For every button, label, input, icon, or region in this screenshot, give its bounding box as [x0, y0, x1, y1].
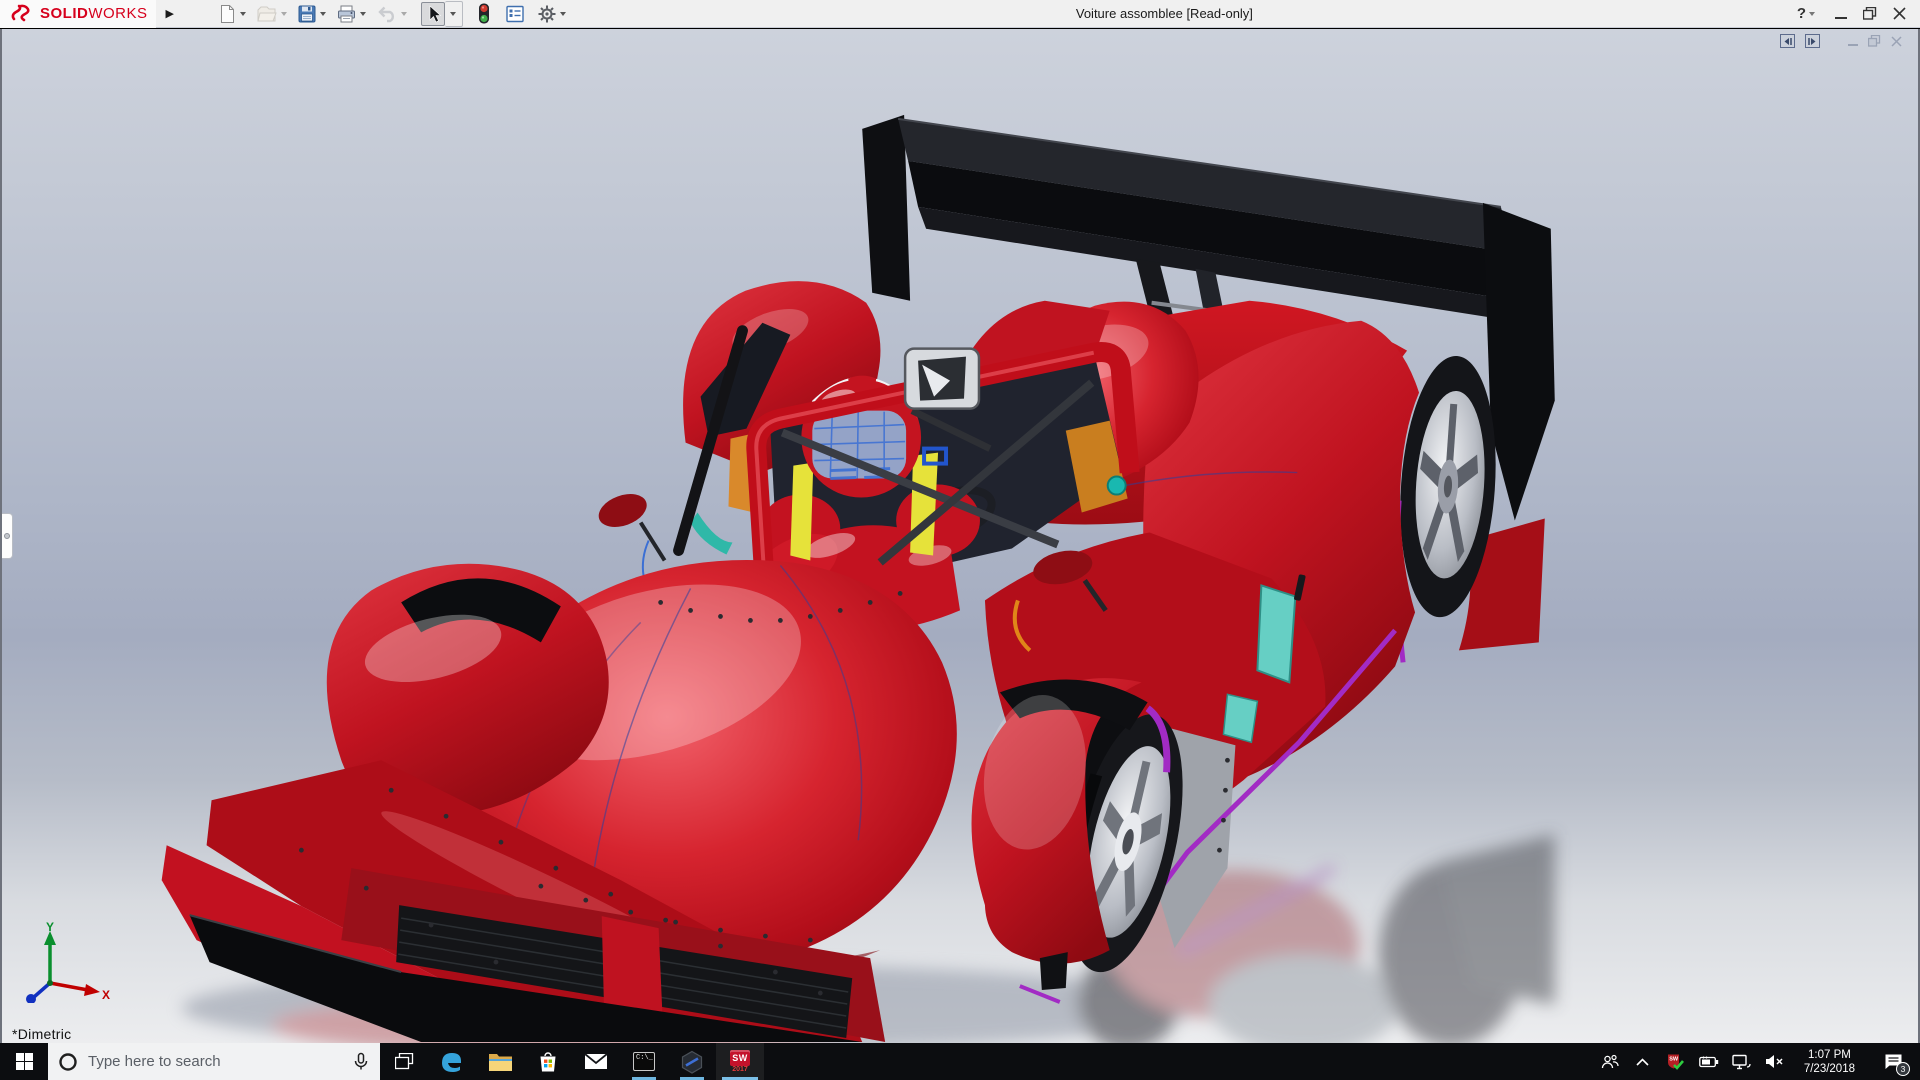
file-explorer-icon [488, 1051, 513, 1072]
cortana-icon [58, 1052, 78, 1072]
dropdown-caret[interactable] [240, 12, 246, 16]
triad-y-label: Y [46, 921, 54, 934]
select-arrow-dropdown[interactable] [445, 1, 463, 27]
taskbar-app-solidworks[interactable]: SW 2017 [716, 1043, 764, 1080]
action-center-button[interactable]: 3 [1872, 1043, 1914, 1080]
display-settings-icon [505, 4, 525, 24]
taskbar-app-hexagon[interactable] [668, 1043, 716, 1080]
print-icon [336, 4, 357, 24]
brand-text-light: WORKS [88, 5, 147, 22]
dropdown-caret[interactable] [281, 12, 287, 16]
taskbar-app-edge[interactable] [428, 1043, 476, 1080]
taskbar-empty-area [764, 1043, 1598, 1080]
taskbar-clock[interactable]: 1:07 PM 7/23/2018 [1796, 1048, 1863, 1076]
titlebar: SOLIDWORKS ▶ [0, 0, 1920, 28]
open-button[interactable] [254, 2, 293, 26]
display-settings-button[interactable] [503, 2, 527, 26]
dropdown-caret [450, 12, 456, 16]
rebuild-traffic-light-icon [477, 3, 491, 24]
taskbar-app-file-explorer[interactable] [476, 1043, 524, 1080]
restore-button[interactable] [1863, 7, 1877, 20]
undo-button[interactable] [374, 2, 413, 26]
taskbar-app-command-prompt[interactable]: C:\_ [620, 1043, 668, 1080]
select-arrow-button[interactable] [421, 2, 445, 26]
dropdown-caret[interactable] [401, 12, 407, 16]
child-close-button[interactable] [1891, 36, 1902, 47]
save-button[interactable] [295, 2, 332, 26]
graphics-viewport[interactable]: Y X *Dimetric [0, 29, 1920, 1043]
solidworks-logo-mark-icon [10, 3, 40, 25]
teal-fitting [1108, 477, 1126, 495]
side-window [1257, 585, 1295, 682]
minimize-button[interactable] [1835, 17, 1847, 19]
dropdown-caret[interactable] [320, 12, 326, 16]
undo-icon [376, 4, 398, 24]
search-box[interactable]: Type here to search [48, 1043, 380, 1080]
hexagon-app-icon [680, 1050, 704, 1074]
network-display-icon[interactable] [1730, 1054, 1754, 1070]
rear-view-mirror-pod [905, 349, 979, 409]
window-controls: ? [1797, 5, 1920, 22]
search-placeholder-text: Type here to search [88, 1053, 342, 1070]
taskbar-app-mail[interactable] [572, 1043, 620, 1080]
chevron-up-icon[interactable] [1631, 1058, 1655, 1066]
windows-logo-icon [16, 1053, 33, 1070]
new-document-button[interactable] [216, 2, 252, 26]
microphone-icon[interactable] [352, 1052, 370, 1071]
document-window-controls [1780, 34, 1902, 48]
dropdown-caret[interactable] [360, 12, 366, 16]
mail-icon [584, 1052, 608, 1071]
flyout-dot-icon [4, 533, 10, 539]
volume-muted-icon[interactable] [1763, 1054, 1787, 1069]
edge-icon [439, 1049, 465, 1075]
people-icon[interactable] [1598, 1054, 1622, 1070]
harness-strap-left [790, 463, 813, 561]
command-prompt-icon: C:\_ [633, 1052, 655, 1071]
print-button[interactable] [334, 2, 372, 26]
view-orientation-label: *Dimetric [12, 1026, 71, 1042]
dropdown-caret[interactable] [560, 12, 566, 16]
select-arrow-icon [424, 4, 442, 24]
next-pane-button[interactable] [1805, 34, 1820, 48]
help-icon: ? [1797, 5, 1806, 22]
brand-text-bold: SOLID [40, 5, 88, 22]
help-button[interactable]: ? [1797, 5, 1819, 22]
child-restore-button[interactable] [1868, 35, 1881, 47]
window-title: Voiture assomblee [Read-only] [572, 6, 1797, 21]
side-mirror-left [594, 488, 664, 577]
notification-badge: 3 [1896, 1062, 1910, 1076]
quick-toolbar [216, 1, 572, 27]
child-minimize-button[interactable] [1848, 44, 1858, 46]
taskbar-app-store[interactable] [524, 1043, 572, 1080]
car-3d-model[interactable] [2, 29, 1918, 1043]
battery-icon[interactable] [1697, 1056, 1721, 1068]
task-view-button[interactable] [380, 1043, 428, 1080]
dropdown-caret [1809, 12, 1815, 16]
clock-time: 1:07 PM [1804, 1048, 1855, 1062]
svg-text:SW: SW [1670, 1057, 1680, 1063]
start-button[interactable] [0, 1043, 48, 1080]
solidworks-logo: SOLIDWORKS [0, 0, 156, 28]
solidworks-app-icon: SW [730, 1050, 750, 1066]
windows-taskbar: Type here to search [0, 1043, 1920, 1080]
side-window-lower [1223, 694, 1257, 742]
feature-tree-flyout-handle[interactable] [2, 513, 13, 559]
rebuild-button[interactable] [475, 2, 493, 26]
close-button[interactable] [1893, 7, 1906, 20]
options-gear-icon [537, 4, 557, 24]
open-folder-icon [256, 4, 278, 24]
triad-x-label: X [102, 988, 110, 1002]
new-document-icon [218, 4, 237, 24]
orientation-triad: Y X [18, 921, 110, 1003]
options-gear-button[interactable] [535, 2, 572, 26]
previous-pane-button[interactable] [1780, 34, 1795, 48]
task-view-icon [395, 1053, 414, 1070]
store-icon [537, 1050, 559, 1073]
menu-expand-arrow[interactable]: ▶ [166, 7, 174, 20]
save-icon [297, 4, 317, 24]
system-tray: SW [1598, 1043, 1920, 1080]
clock-date: 7/23/2018 [1804, 1062, 1855, 1076]
solidworks-monitor-icon[interactable]: SW [1664, 1053, 1688, 1070]
